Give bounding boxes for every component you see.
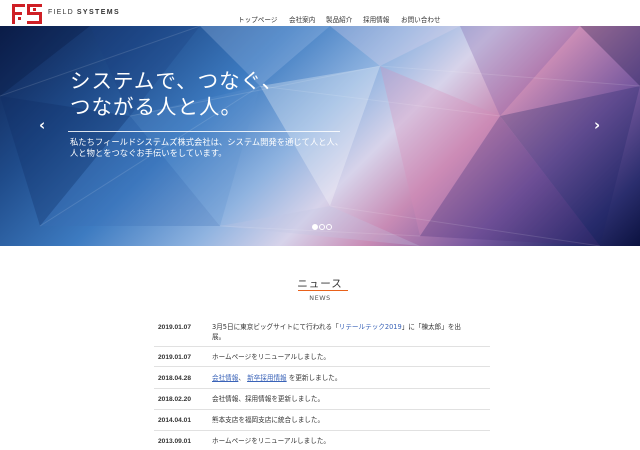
news-link-retailtech[interactable]: リテールテック2019	[339, 323, 402, 331]
hero-headline-line-1: システムで、つなぐ、	[70, 69, 283, 93]
news-date: 2018.02.20	[158, 396, 192, 403]
news-text: ホームページをリニューアルしました。	[212, 353, 331, 361]
news-date: 2018.04.28	[158, 375, 192, 382]
news-text: ホームページをリニューアルしました。	[212, 437, 331, 445]
news-date: 2019.01.07	[158, 324, 192, 331]
news-link-new-grad-recruit[interactable]: 新卒採用情報	[247, 374, 287, 382]
slider-dot-1[interactable]	[312, 224, 318, 230]
news-date: 2014.04.01	[158, 417, 192, 424]
news-link-company-info[interactable]: 会社情報	[212, 374, 238, 382]
news-separator: 、	[238, 374, 245, 382]
hero-background-pattern	[0, 26, 640, 246]
slider-dot-2[interactable]	[319, 224, 325, 230]
news-text: 会社情報、 新卒採用情報 を更新しました。	[212, 373, 492, 383]
global-nav: トップページ 会社案内 製品紹介 採用情報 お問い合わせ	[0, 14, 640, 26]
nav-contact[interactable]: お問い合わせ	[401, 14, 441, 24]
news-heading-underline	[298, 290, 348, 291]
hero-headline: システムで、つなぐ、 つながる人と人。	[70, 68, 283, 120]
news-text: 3月5日に東京ビッグサイトにて行われる「リテールテック2019」に「棟太郎」を出…	[212, 322, 492, 342]
hero-description: 私たちフィールドシステムズ株式会社は、システム開発を通じて人と人、 人と物とをつ…	[70, 137, 343, 159]
news-item: 2019.01.07 3月5日に東京ビッグサイトにて行われる「リテールテック20…	[154, 318, 490, 347]
news-item: 2019.01.07 ホームページをリニューアルしました。	[154, 347, 490, 367]
slider-next-arrow-icon[interactable]: ›	[594, 116, 600, 134]
news-item: 2014.04.01 熊本支店を福岡支店に統合しました。	[154, 410, 490, 431]
nav-recruit[interactable]: 採用情報	[363, 14, 389, 24]
news-text: 会社情報、採用情報を更新しました。	[212, 395, 325, 403]
nav-top-page[interactable]: トップページ	[238, 14, 277, 24]
news-subheading: NEWS	[309, 294, 331, 302]
news-text-after: 」に「棟太郎」を出	[401, 323, 462, 331]
slider-prev-arrow-icon[interactable]: ‹	[39, 116, 45, 134]
news-text-line-2: 展。	[212, 333, 226, 341]
hero-divider	[68, 131, 340, 132]
news-date: 2019.01.07	[158, 354, 192, 361]
news-item: 2018.04.28 会社情報、 新卒採用情報 を更新しました。	[154, 367, 490, 389]
news-date: 2013.09.01	[158, 438, 192, 445]
nav-products[interactable]: 製品紹介	[326, 14, 352, 24]
news-text-before: 3月5日に東京ビッグサイトにて行われる「	[212, 323, 339, 331]
news-text-after: を更新しました。	[288, 374, 342, 382]
news-item: 2013.09.01 ホームページをリニューアルしました。	[154, 431, 490, 450]
site-header: FIELD SYSTEMS トップページ 会社案内 製品紹介 採用情報 お問い合わ…	[0, 0, 640, 26]
news-item: 2018.02.20 会社情報、採用情報を更新しました。	[154, 389, 490, 410]
slider-dot-3[interactable]	[326, 224, 332, 230]
hero-description-line-2: 人と物とをつなぐお手伝いをしています。	[70, 148, 227, 158]
hero-description-line-1: 私たちフィールドシステムズ株式会社は、システム開発を通じて人と人、	[70, 137, 344, 147]
hero-headline-line-2: つながる人と人。	[70, 95, 242, 119]
nav-company[interactable]: 会社案内	[289, 14, 315, 24]
news-heading: ニュース	[297, 278, 343, 290]
news-text: 熊本支店を福岡支店に統合しました。	[212, 416, 325, 424]
hero-slider: システムで、つなぐ、 つながる人と人。 私たちフィールドシステムズ株式会社は、シ…	[0, 26, 640, 246]
